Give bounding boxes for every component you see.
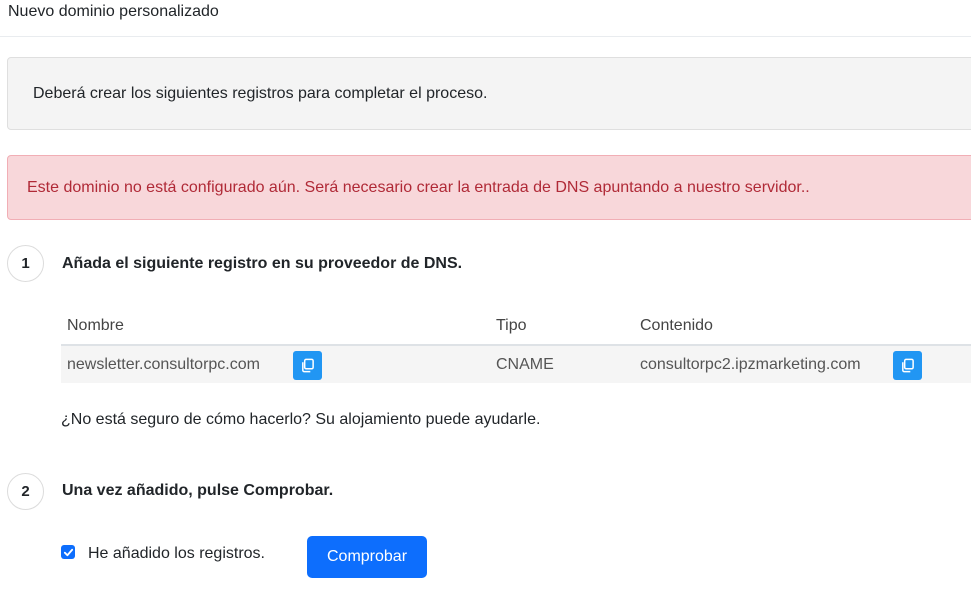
page-header: Nuevo dominio personalizado <box>0 0 971 37</box>
checkmark-icon <box>63 548 73 556</box>
step-1-number: 1 <box>7 245 44 282</box>
info-text: Deberá crear los siguientes registros pa… <box>33 85 488 102</box>
column-header-name: Nombre <box>67 317 124 334</box>
help-text: ¿No está seguro de cómo hacerlo? Su aloj… <box>61 411 541 428</box>
copy-icon <box>302 358 314 373</box>
alert-box: Este dominio no está configurado aún. Se… <box>7 155 971 220</box>
check-button[interactable]: Comprobar <box>307 536 427 578</box>
records-added-label[interactable]: He añadido los registros. <box>88 545 265 563</box>
dns-table: Nombre Tipo Contenido newsletter.consult… <box>61 305 971 383</box>
copy-icon <box>902 358 914 373</box>
info-box: Deberá crear los siguientes registros pa… <box>7 57 971 130</box>
record-content: consultorpc2.ipzmarketing.com <box>640 356 861 373</box>
record-name: newsletter.consultorpc.com <box>67 356 260 373</box>
record-type: CNAME <box>496 356 554 373</box>
alert-text: Este dominio no está configurado aún. Se… <box>27 179 810 196</box>
page-title: Nuevo dominio personalizado <box>8 3 219 20</box>
table-row: newsletter.consultorpc.com CNAME consult… <box>61 346 971 383</box>
step-1-title: Añada el siguiente registro en su provee… <box>62 255 463 272</box>
copy-content-button[interactable] <box>893 351 922 380</box>
copy-name-button[interactable] <box>293 351 322 380</box>
column-header-content: Contenido <box>640 317 713 334</box>
column-header-type: Tipo <box>496 317 527 334</box>
records-added-checkbox[interactable] <box>61 545 75 559</box>
step-2-number: 2 <box>7 473 44 510</box>
step-2-title: Una vez añadido, pulse Comprobar. <box>62 482 334 499</box>
dns-table-header: Nombre Tipo Contenido <box>61 305 971 346</box>
